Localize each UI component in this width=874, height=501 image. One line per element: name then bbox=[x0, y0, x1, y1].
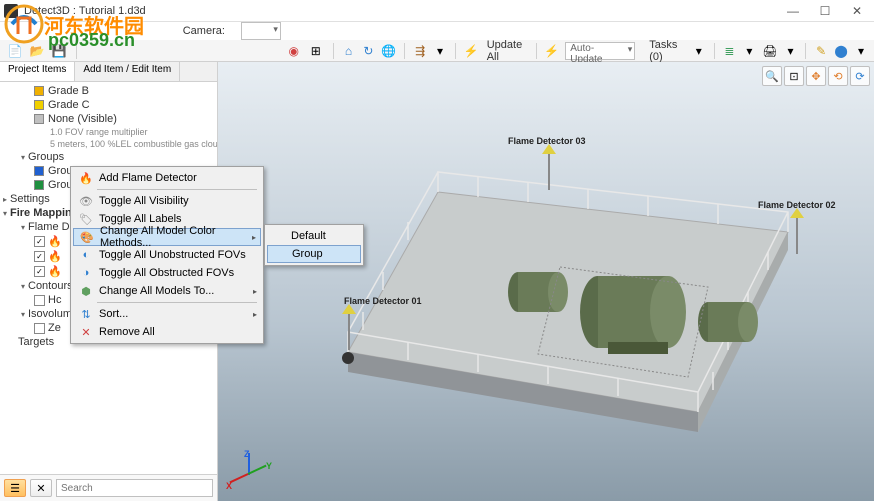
close-button[interactable]: ✕ bbox=[850, 4, 864, 18]
tab-add-item[interactable]: Add Item / Edit Item bbox=[75, 62, 180, 81]
ctx-sort[interactable]: ⇅Sort...▸ bbox=[73, 305, 261, 323]
footer-list-button[interactable]: ☰ bbox=[4, 479, 26, 497]
tool-2-button[interactable]: ⊞ bbox=[307, 42, 325, 60]
vp-zoom-button[interactable]: 🔍 bbox=[762, 66, 782, 86]
layers-button[interactable]: ≣ bbox=[722, 42, 736, 60]
app-icon bbox=[4, 4, 18, 18]
flash-icon-2[interactable]: ⚡ bbox=[544, 42, 559, 60]
tree-none-sub1: 1.0 FOV range multiplier bbox=[0, 126, 217, 138]
vp-rotate-button[interactable]: ⟲ bbox=[828, 66, 848, 86]
maximize-button[interactable]: ☐ bbox=[818, 4, 832, 18]
dropdown-3-button[interactable]: ▾ bbox=[854, 42, 868, 60]
tab-project-items[interactable]: Project Items bbox=[0, 62, 75, 81]
update-all-button[interactable]: Update All bbox=[485, 39, 528, 63]
tasks-dropdown[interactable]: ▾ bbox=[692, 42, 706, 60]
window-title: Detect3D : Tutorial 1.d3d bbox=[24, 5, 786, 17]
detector-03-stem bbox=[548, 150, 550, 190]
tree-grade-c[interactable]: Grade C bbox=[0, 98, 217, 112]
title-bar: Detect3D : Tutorial 1.d3d — ☐ ✕ bbox=[0, 0, 874, 22]
home-button[interactable]: ⌂ bbox=[342, 42, 356, 60]
viewport-toolbar: 🔍 ⊡ ✥ ⟲ ⟳ bbox=[762, 66, 870, 86]
detector-01-stem bbox=[348, 310, 350, 350]
footer-clear-button[interactable]: ✕ bbox=[30, 479, 52, 497]
scene-3d: Flame Detector 03 Flame Detector 02 Flam… bbox=[218, 62, 874, 501]
edit-button[interactable]: ✎ bbox=[814, 42, 828, 60]
vp-zoomfit-button[interactable]: ⊡ bbox=[784, 66, 804, 86]
tree-none-sub2: 5 meters, 100 %LEL combustible gas cloud bbox=[0, 138, 217, 150]
menu-bar: F Camera: bbox=[0, 22, 874, 40]
sub-default[interactable]: Default bbox=[267, 227, 361, 245]
minimize-button[interactable]: — bbox=[786, 4, 800, 18]
ctx-toggle-unobstructed[interactable]: ◐Toggle All Unobstructed FOVs bbox=[73, 246, 261, 264]
axis-gizmo: Z Y X bbox=[230, 453, 270, 493]
search-input[interactable] bbox=[56, 479, 213, 497]
tree-grade-b[interactable]: Grade B bbox=[0, 84, 217, 98]
main-toolbar: 📄 📂 💾 ◉ ⊞ ⌂ ↻ 🌐 ⇶ ▾ ⚡ Update All ⚡ Auto-… bbox=[0, 40, 874, 62]
vp-pan-button[interactable]: ✥ bbox=[806, 66, 826, 86]
tree-button[interactable]: ⇶ bbox=[413, 42, 427, 60]
open-button[interactable]: 📂 bbox=[28, 42, 46, 60]
print-button[interactable]: 🖨 bbox=[762, 42, 777, 60]
ctx-toggle-obstructed[interactable]: ◑Toggle All Obstructed FOVs bbox=[73, 264, 261, 282]
auto-update-combo[interactable]: Auto-Update bbox=[565, 42, 635, 60]
vp-home-button[interactable]: ⟳ bbox=[850, 66, 870, 86]
context-menu: 🔥Add Flame Detector 👁Toggle All Visibili… bbox=[70, 166, 264, 344]
3d-viewport[interactable]: 🔍 ⊡ ✥ ⟲ ⟳ bbox=[218, 62, 874, 501]
ctx-change-color[interactable]: 🎨Change All Model Color Methods...▸ bbox=[73, 228, 261, 246]
camera-label: Camera: bbox=[181, 25, 227, 37]
save-button[interactable]: 💾 bbox=[50, 42, 68, 60]
tree-groups[interactable]: ▾Groups bbox=[0, 150, 217, 164]
dropdown-1-button[interactable]: ▾ bbox=[433, 42, 447, 60]
detector-01-base bbox=[342, 352, 354, 364]
tree-none[interactable]: None (Visible) bbox=[0, 112, 217, 126]
globe-button[interactable]: 🌐 bbox=[381, 42, 396, 60]
tool-1-button[interactable]: ◉ bbox=[285, 42, 303, 60]
flash-icon[interactable]: ⚡ bbox=[464, 42, 479, 60]
camera-combo[interactable] bbox=[241, 22, 281, 40]
settings-button[interactable]: ▾ bbox=[742, 42, 756, 60]
ctx-change-models[interactable]: ⬢Change All Models To...▸ bbox=[73, 282, 261, 300]
tasks-label[interactable]: Tasks (0) bbox=[647, 39, 686, 63]
refresh-button[interactable]: ↻ bbox=[361, 42, 375, 60]
paint-button[interactable]: ⬤ bbox=[834, 42, 848, 60]
new-button[interactable]: 📄 bbox=[6, 42, 24, 60]
ctx-add-flame[interactable]: 🔥Add Flame Detector bbox=[73, 169, 261, 187]
color-submenu: Default Group bbox=[264, 224, 364, 266]
left-footer: ☰ ✕ bbox=[0, 474, 217, 501]
detector-02-stem bbox=[796, 214, 798, 254]
ctx-toggle-visibility[interactable]: 👁Toggle All Visibility bbox=[73, 192, 261, 210]
dropdown-2-button[interactable]: ▾ bbox=[784, 42, 798, 60]
ctx-remove-all[interactable]: ✕Remove All bbox=[73, 323, 261, 341]
sub-group[interactable]: Group bbox=[267, 245, 361, 263]
